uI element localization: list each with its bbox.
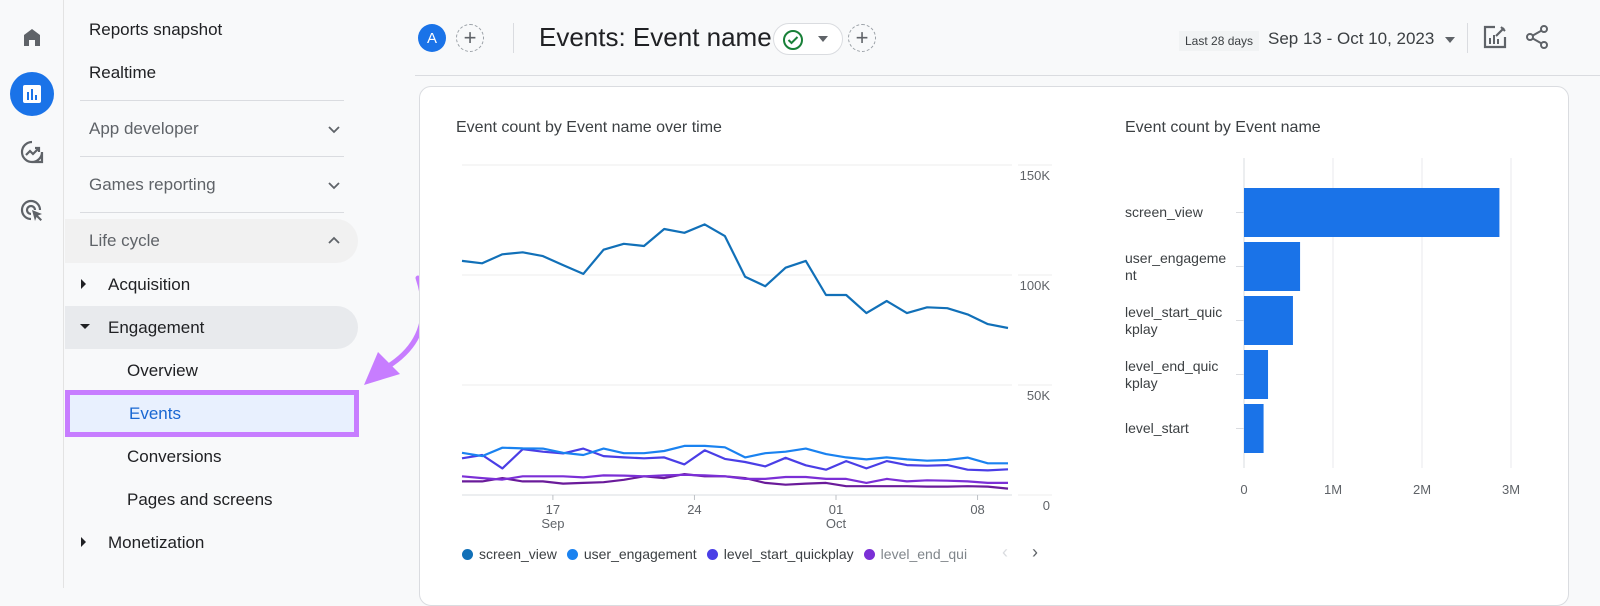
bar-category-label-line: screen_view — [1125, 204, 1203, 220]
bar-category-label-line: user_engageme — [1125, 249, 1227, 266]
x-tick-label: 2M — [1413, 482, 1431, 497]
bar-level-start — [1244, 404, 1264, 453]
bar-category-label: screen_view — [1125, 204, 1240, 221]
bar-category-label-line: level_start_quic — [1125, 303, 1223, 320]
bar-category-label-line: nt — [1125, 266, 1137, 283]
bar-level-end-quickplay — [1244, 350, 1269, 399]
bar-category-label-line: level_end_quic — [1125, 357, 1219, 374]
x-tick-label: 3M — [1502, 482, 1520, 497]
bar-category-label: level_start_quic kplay — [1125, 304, 1240, 338]
bar-category-label-line: level_start — [1125, 420, 1189, 436]
bar-category-label-line: kplay — [1125, 374, 1158, 391]
bar-level-start-quickplay — [1244, 296, 1293, 345]
bar-category-label: user_engageme nt — [1125, 250, 1240, 284]
x-tick-label: 1M — [1324, 482, 1342, 497]
bar-category-label: level_start — [1125, 420, 1240, 437]
bar-category-label-line: kplay — [1125, 320, 1158, 337]
bar-screen-view — [1244, 188, 1500, 237]
bar-user-engagement — [1244, 242, 1301, 291]
bar-chart: 0 1M 2M 3M — [1236, 158, 1520, 497]
bar-category-label: level_end_quic kplay — [1125, 358, 1240, 392]
x-tick-label: 0 — [1240, 482, 1247, 497]
